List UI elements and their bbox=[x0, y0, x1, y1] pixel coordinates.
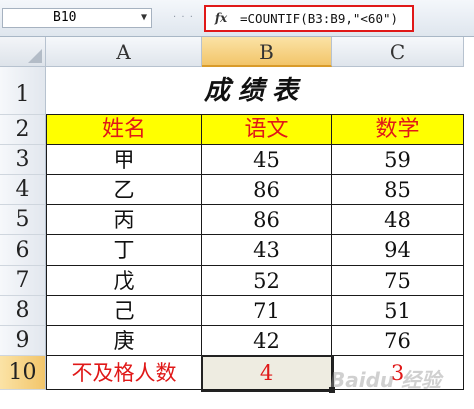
cell-name[interactable]: 戊 bbox=[46, 266, 202, 296]
formula-bar: B10 ▼ · · · fx =COUNTIF(B3:B9,"<60") bbox=[0, 0, 474, 37]
insert-function-icon[interactable]: fx bbox=[210, 9, 232, 28]
row-header-4[interactable]: 4 bbox=[0, 175, 46, 205]
select-all-button[interactable] bbox=[0, 37, 46, 67]
name-box[interactable]: B10 ▼ bbox=[2, 8, 152, 28]
cell-name[interactable]: 丁 bbox=[46, 235, 202, 266]
formula-bar-splitter[interactable]: · · · bbox=[173, 12, 194, 23]
cell-math[interactable]: 94 bbox=[332, 235, 464, 266]
cell-name[interactable]: 庚 bbox=[46, 326, 202, 356]
column-header-a[interactable]: A bbox=[46, 37, 202, 67]
cell-math[interactable]: 75 bbox=[332, 266, 464, 296]
name-box-value: B10 bbox=[53, 10, 77, 25]
cell-name[interactable]: 甲 bbox=[46, 145, 202, 175]
cell-math[interactable]: 59 bbox=[332, 145, 464, 175]
cell-chinese[interactable]: 86 bbox=[202, 205, 332, 235]
cell-name[interactable]: 己 bbox=[46, 296, 202, 326]
row-header-7[interactable]: 7 bbox=[0, 266, 46, 296]
cell-name[interactable]: 丙 bbox=[46, 205, 202, 235]
cell-math[interactable]: 85 bbox=[332, 175, 464, 205]
row-header-1[interactable]: 1 bbox=[0, 67, 46, 115]
column-header-b[interactable]: B bbox=[202, 37, 332, 67]
cell-chinese[interactable]: 71 bbox=[202, 296, 332, 326]
cell-chinese[interactable]: 42 bbox=[202, 326, 332, 356]
cell-math[interactable]: 76 bbox=[332, 326, 464, 356]
row-header-3[interactable]: 3 bbox=[0, 145, 46, 175]
row-header-2[interactable]: 2 bbox=[0, 115, 46, 145]
header-chinese[interactable]: 语文 bbox=[202, 115, 332, 145]
sheet-title[interactable]: 成绩表 bbox=[46, 67, 464, 115]
row-header-6[interactable]: 6 bbox=[0, 235, 46, 266]
cell-chinese[interactable]: 52 bbox=[202, 266, 332, 296]
cell-chinese[interactable]: 45 bbox=[202, 145, 332, 175]
cell-math[interactable]: 51 bbox=[332, 296, 464, 326]
cell-chinese[interactable]: 43 bbox=[202, 235, 332, 266]
row-header-8[interactable]: 8 bbox=[0, 296, 46, 326]
formula-input[interactable]: =COUNTIF(B3:B9,"<60") bbox=[240, 7, 398, 30]
row-header-10[interactable]: 10 bbox=[0, 356, 46, 390]
cell-chinese[interactable]: 86 bbox=[202, 175, 332, 205]
header-name[interactable]: 姓名 bbox=[46, 115, 202, 145]
watermark: Baidu 经验 bbox=[330, 368, 442, 392]
cell-name[interactable]: 乙 bbox=[46, 175, 202, 205]
formula-highlight: fx =COUNTIF(B3:B9,"<60") bbox=[204, 5, 414, 32]
column-header-c[interactable]: C bbox=[332, 37, 464, 67]
row-header-9[interactable]: 9 bbox=[0, 326, 46, 356]
header-math[interactable]: 数学 bbox=[332, 115, 464, 145]
cell-math[interactable]: 48 bbox=[332, 205, 464, 235]
row-header-5[interactable]: 5 bbox=[0, 205, 46, 235]
active-cell-border bbox=[201, 355, 334, 392]
summary-label[interactable]: 不及格人数 bbox=[46, 356, 202, 390]
chevron-down-icon[interactable]: ▼ bbox=[141, 9, 147, 27]
